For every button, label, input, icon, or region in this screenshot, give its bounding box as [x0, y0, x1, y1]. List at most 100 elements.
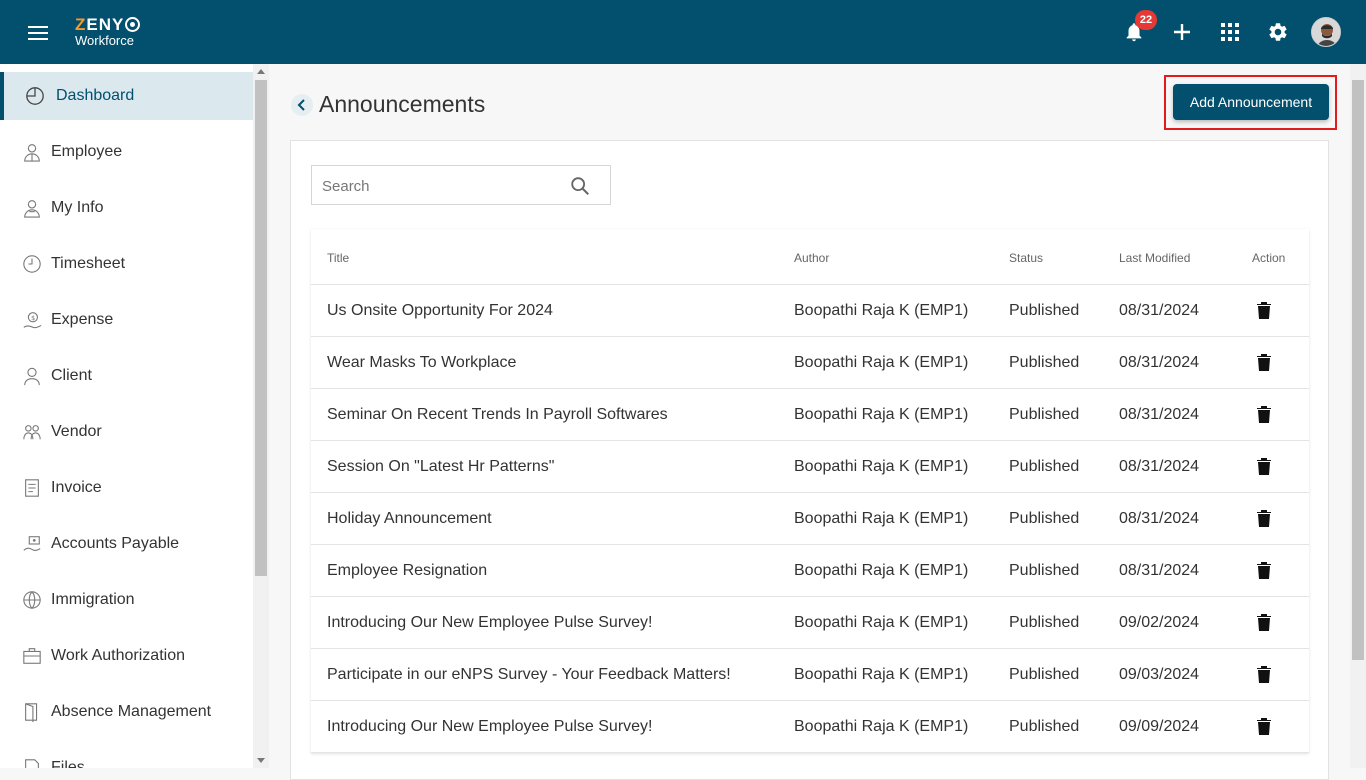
scroll-thumb[interactable]: [255, 80, 267, 576]
cell-author: Boopathi Raja K (EMP1): [794, 302, 969, 319]
table-row[interactable]: Seminar On Recent Trends In Payroll Soft…: [311, 389, 1309, 441]
sidebar-item-label: Timesheet: [51, 255, 126, 272]
cell-status: Published: [1009, 562, 1080, 579]
sidebar-item-vendor[interactable]: Vendor: [0, 408, 253, 456]
user-avatar[interactable]: [1311, 17, 1341, 47]
sidebar-item-absence-management[interactable]: Absence Management: [0, 688, 253, 736]
trash-icon[interactable]: [1255, 612, 1273, 632]
search-icon[interactable]: [569, 175, 591, 197]
cell-last-modified: 08/31/2024: [1119, 510, 1200, 527]
cell-last-modified: 08/31/2024: [1119, 406, 1200, 423]
table-row[interactable]: Employee Resignation Boopathi Raja K (EMP…: [311, 545, 1309, 597]
table-row[interactable]: Holiday Announcement Boopathi Raja K (EMP…: [311, 493, 1309, 545]
add-announcement-button[interactable]: Add Announcement: [1173, 84, 1329, 120]
trash-icon[interactable]: [1255, 664, 1273, 684]
scroll-thumb[interactable]: [1352, 80, 1364, 660]
main-scrollbar[interactable]: [1350, 64, 1366, 768]
sidebar-item-label: Vendor: [51, 423, 102, 440]
trash-icon[interactable]: [1255, 456, 1273, 476]
cell-title[interactable]: Seminar On Recent Trends In Payroll Soft…: [327, 406, 668, 424]
column-header-author[interactable]: Author: [794, 251, 829, 265]
sidebar-item-label: Invoice: [51, 479, 102, 496]
sidebar: Dashboard Employee My Info Timesheet $ E…: [0, 64, 253, 768]
dashboard-icon: [26, 87, 44, 105]
logo[interactable]: Z ENY Workforce: [75, 15, 141, 48]
trash-icon[interactable]: [1255, 716, 1273, 736]
scroll-down-arrow[interactable]: [257, 758, 265, 763]
trash-icon[interactable]: [1255, 508, 1273, 528]
brand-bottom: Workforce: [75, 33, 134, 48]
table-row[interactable]: Introducing Our New Employee Pulse Surve…: [311, 701, 1309, 753]
sidebar-item-label: Employee: [51, 143, 123, 160]
trash-icon[interactable]: [1255, 352, 1273, 372]
table-header: Title Author Status Last Modified Action: [311, 229, 1309, 285]
cell-title[interactable]: Introducing Our New Employee Pulse Surve…: [327, 614, 652, 632]
svg-text:$: $: [31, 315, 35, 322]
cell-title[interactable]: Introducing Our New Employee Pulse Surve…: [327, 718, 652, 736]
sidebar-item-my-info[interactable]: My Info: [0, 184, 253, 232]
top-bar: Z ENY Workforce 22: [0, 0, 1366, 64]
menu-icon[interactable]: [28, 22, 52, 42]
invoice-icon: [25, 479, 39, 497]
announcements-card: Title Author Status Last Modified Action…: [290, 140, 1329, 780]
sidebar-item-invoice[interactable]: Invoice: [0, 464, 253, 512]
apps-grid-icon[interactable]: [1216, 18, 1244, 46]
table-row[interactable]: Participate in our eNPS Survey - Your Fe…: [311, 649, 1309, 701]
cell-status: Published: [1009, 666, 1080, 683]
cell-title[interactable]: Session On "Latest Hr Patterns": [327, 458, 554, 476]
cell-author: Boopathi Raja K (EMP1): [794, 406, 969, 423]
sidebar-item-expense[interactable]: $ Expense: [0, 296, 253, 344]
table-row[interactable]: Introducing Our New Employee Pulse Surve…: [311, 597, 1309, 649]
sidebar-item-label: Accounts Payable: [51, 535, 180, 552]
sidebar-item-dashboard[interactable]: Dashboard: [0, 72, 253, 120]
table-row[interactable]: Us Onsite Opportunity For 2024 Boopathi R…: [311, 285, 1309, 337]
column-header-last-modified[interactable]: Last Modified: [1119, 251, 1190, 265]
brand-top: ENY: [86, 15, 125, 34]
briefcase-icon: [23, 648, 41, 664]
cell-status: Published: [1009, 458, 1080, 475]
column-header-status[interactable]: Status: [1009, 251, 1043, 265]
expense-icon: $: [23, 312, 42, 329]
cell-author: Boopathi Raja K (EMP1): [794, 666, 969, 683]
sidebar-scrollbar[interactable]: [253, 64, 269, 768]
cell-author: Boopathi Raja K (EMP1): [794, 354, 969, 371]
cell-title[interactable]: Us Onsite Opportunity For 2024: [327, 302, 553, 320]
cell-last-modified: 08/31/2024: [1119, 458, 1200, 475]
table-row[interactable]: Session On "Latest Hr Patterns" Boopathi …: [311, 441, 1309, 493]
cell-status: Published: [1009, 510, 1080, 527]
trash-icon[interactable]: [1255, 300, 1273, 320]
column-header-title[interactable]: Title: [327, 251, 349, 265]
cell-last-modified: 08/31/2024: [1119, 354, 1200, 371]
search-box: [311, 165, 611, 205]
sidebar-item-timesheet[interactable]: Timesheet: [0, 240, 253, 288]
sidebar-item-work-authorization[interactable]: Work Authorization: [0, 632, 253, 680]
sidebar-item-label: My Info: [51, 199, 104, 216]
table-row[interactable]: Wear Masks To Workplace Boopathi Raja K (…: [311, 337, 1309, 389]
sidebar-item-employee[interactable]: Employee: [0, 128, 253, 176]
cell-title[interactable]: Employee Resignation: [327, 562, 487, 580]
notification-badge: 22: [1135, 10, 1157, 30]
cell-title[interactable]: Participate in our eNPS Survey - Your Fe…: [327, 666, 731, 684]
trash-icon[interactable]: [1255, 404, 1273, 424]
person-icon: [24, 367, 40, 386]
employee-icon: [24, 144, 40, 162]
plus-icon[interactable]: [1168, 18, 1196, 46]
cell-status: Published: [1009, 302, 1080, 319]
cell-title[interactable]: Holiday Announcement: [327, 510, 492, 528]
sidebar-item-client[interactable]: Client: [0, 352, 253, 400]
search-input[interactable]: [322, 175, 552, 197]
chevron-left-icon: [297, 99, 305, 111]
cell-author: Boopathi Raja K (EMP1): [794, 562, 969, 579]
trash-icon[interactable]: [1255, 560, 1273, 580]
clock-icon: [23, 255, 41, 273]
gear-icon[interactable]: [1264, 18, 1292, 46]
sidebar-item-label: Absence Management: [51, 703, 212, 720]
cell-author: Boopathi Raja K (EMP1): [794, 510, 969, 527]
cell-status: Published: [1009, 354, 1080, 371]
sidebar-item-accounts-payable[interactable]: Accounts Payable: [0, 520, 253, 568]
sidebar-item-files[interactable]: Files: [0, 744, 253, 768]
sidebar-item-immigration[interactable]: Immigration: [0, 576, 253, 624]
back-button[interactable]: [291, 94, 313, 116]
cell-title[interactable]: Wear Masks To Workplace: [327, 354, 516, 372]
scroll-up-arrow[interactable]: [257, 69, 265, 74]
